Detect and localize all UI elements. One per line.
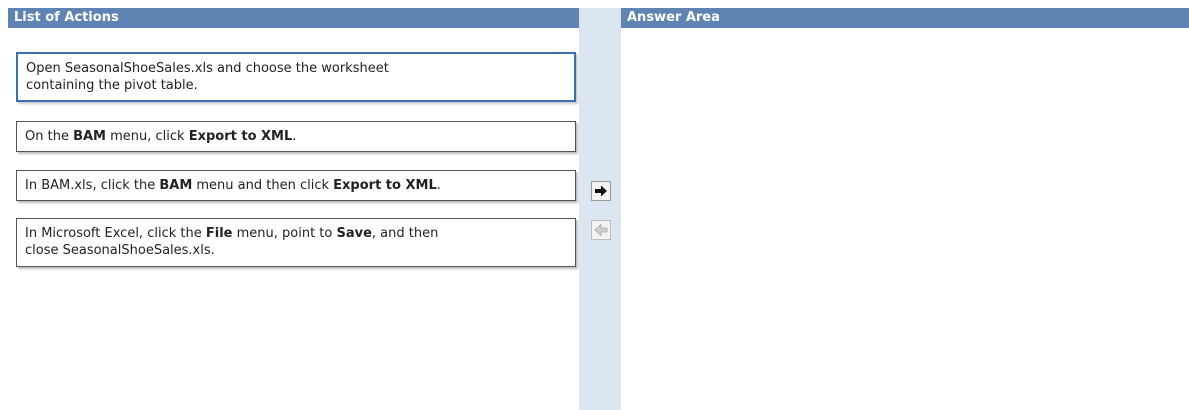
action-text: In BAM.xls, click the xyxy=(25,178,160,193)
action-text: Open SeasonalShoeSales.xls and choose th… xyxy=(26,61,389,76)
action-item-open-workbook[interactable]: Open SeasonalShoeSales.xls and choose th… xyxy=(16,52,576,102)
action-text: . xyxy=(292,129,297,144)
action-text: In Microsoft Excel, click the xyxy=(25,226,206,241)
answer-area-title: Answer Area xyxy=(627,10,720,25)
action-keyword: BAM xyxy=(73,129,106,144)
action-text: , and then xyxy=(371,226,439,241)
answer-area-panel[interactable] xyxy=(621,28,1189,410)
action-text: containing the pivot table. xyxy=(26,78,198,93)
list-of-actions-header: List of Actions xyxy=(8,8,579,28)
action-item-bam-export[interactable]: On the BAM menu, click Export to XML. xyxy=(16,121,576,152)
action-text: menu, point to xyxy=(232,226,337,241)
action-item-bam-xls-export[interactable]: In BAM.xls, click the BAM menu and then … xyxy=(16,170,576,201)
action-keyword: BAM xyxy=(159,178,193,193)
move-right-button[interactable] xyxy=(591,181,611,201)
action-keyword: Save xyxy=(336,226,372,241)
action-text: close SeasonalShoeSales.xls. xyxy=(25,243,215,258)
action-keyword: File xyxy=(205,226,233,241)
answer-area-header: Answer Area xyxy=(621,8,1189,28)
list-of-actions-panel: Open SeasonalShoeSales.xls and choose th… xyxy=(8,28,579,410)
action-text: menu, click xyxy=(105,129,189,144)
action-item-save-close[interactable]: In Microsoft Excel, click the File menu,… xyxy=(16,218,576,267)
action-keyword: Export to XML xyxy=(333,178,437,193)
action-text: menu and then click xyxy=(192,178,334,193)
move-controls-divider xyxy=(579,8,621,410)
action-keyword: Export to XML xyxy=(188,129,293,144)
list-of-actions-title: List of Actions xyxy=(14,10,119,25)
action-text: . xyxy=(436,178,441,193)
arrow-left-icon xyxy=(594,223,608,237)
arrow-right-icon xyxy=(595,185,607,197)
move-left-button[interactable] xyxy=(591,220,611,240)
action-text: On the xyxy=(25,129,74,144)
